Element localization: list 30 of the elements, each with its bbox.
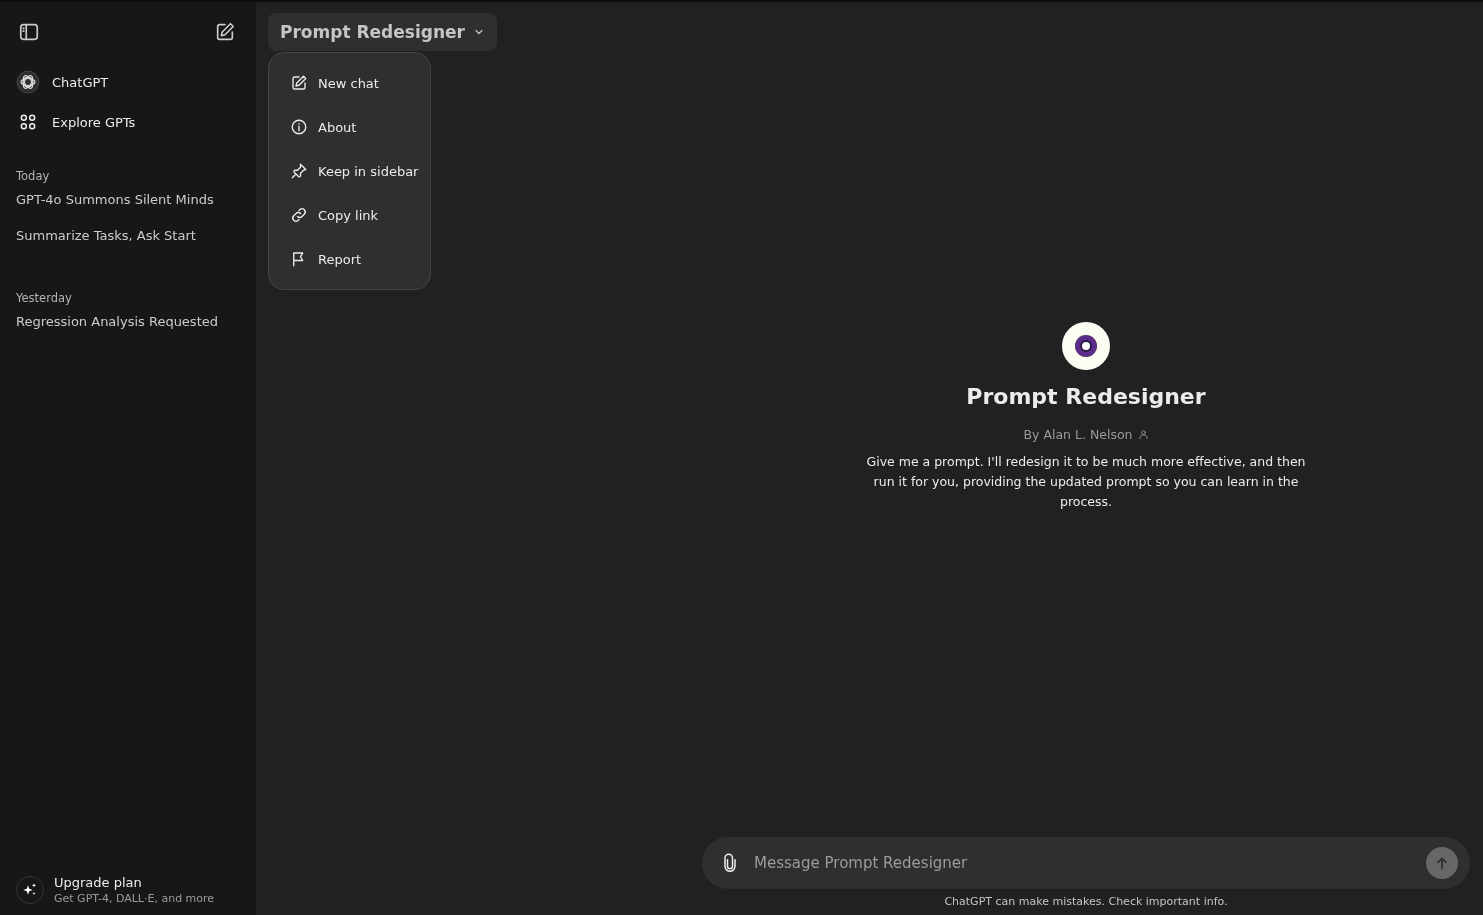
menu-item[interactable]: New chat bbox=[269, 61, 430, 105]
upgrade-plan-button[interactable]: Upgrade plan Get GPT-4, DALL·E, and more bbox=[8, 875, 248, 905]
edit-icon bbox=[290, 74, 308, 92]
logo-icon bbox=[16, 70, 40, 94]
section-heading: Yesterday bbox=[15, 290, 73, 307]
message-input[interactable]: Message Prompt Redesigner bbox=[752, 853, 1414, 873]
gpt-name: Prompt Redesigner bbox=[966, 384, 1206, 409]
author-text: By Alan L. Nelson bbox=[1023, 427, 1133, 442]
sidebar-item[interactable]: Explore GPTs bbox=[8, 102, 248, 142]
message-field[interactable]: Message Prompt Redesigner bbox=[702, 837, 1470, 889]
menu-item[interactable]: About bbox=[269, 105, 430, 149]
model-selector[interactable]: Prompt Redesigner bbox=[268, 13, 497, 51]
chat-history-item[interactable]: Summarize Tasks, Ask Start bbox=[8, 228, 248, 264]
menu-item[interactable]: Keep in sidebar bbox=[269, 149, 430, 193]
menu-item[interactable]: Copy link bbox=[269, 193, 430, 237]
pin-icon bbox=[290, 162, 308, 180]
link-icon bbox=[290, 206, 308, 224]
disclaimer-text: ChatGPT can make mistakes. Check important info. bbox=[943, 894, 1229, 910]
gpt-description: Give me a prompt. I'll redesign it to be much more effective, and then run it for you, providing the updated prompt so you can learn in the process. bbox=[866, 453, 1306, 511]
grid-icon bbox=[18, 112, 38, 132]
sidebar-item[interactable]: ChatGPT bbox=[8, 62, 248, 102]
chat-history-item[interactable]: GPT-4o Summons Silent Minds bbox=[8, 192, 248, 228]
menu-item[interactable]: Report bbox=[269, 237, 430, 281]
arrow-up-icon bbox=[1434, 855, 1450, 871]
gpt-logo-icon bbox=[1062, 322, 1110, 370]
chat-history-item[interactable]: Regression Analysis Requested bbox=[8, 314, 248, 350]
user-icon bbox=[1137, 429, 1149, 440]
send-button[interactable] bbox=[1426, 847, 1458, 879]
section-heading: Today bbox=[15, 168, 51, 185]
info-icon bbox=[290, 118, 308, 136]
